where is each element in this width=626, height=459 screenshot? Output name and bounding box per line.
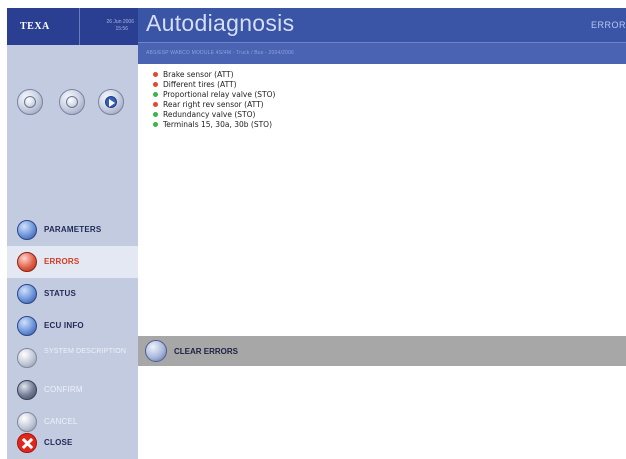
error-list: Brake sensor (ATT) Different tires (ATT)… bbox=[153, 70, 453, 130]
menu-item-parameters[interactable]: PARAMETERS bbox=[7, 214, 138, 246]
menu-item-system-description: SYSTEM DESCRIPTION bbox=[7, 342, 138, 374]
menu-item-confirm: CONFIRM bbox=[7, 374, 138, 406]
status-dot-icon bbox=[153, 82, 158, 87]
status-dot-icon bbox=[153, 122, 158, 127]
header-bar: Autodiagnosis ERROR bbox=[138, 8, 626, 42]
status-dot-icon bbox=[153, 92, 158, 97]
logo-text: TEXA bbox=[20, 21, 50, 32]
record-icon[interactable] bbox=[59, 89, 85, 115]
sidebar: TEXA 26 Jun 2006 15:56 PARAMETERS ERRORS… bbox=[7, 8, 138, 459]
check-icon bbox=[17, 380, 37, 400]
nav-icon-group bbox=[17, 89, 132, 117]
subheader-bar: ABS/ESP WABCO MODULE 4S/4M - Truck / Bus… bbox=[138, 42, 626, 64]
app-window: TEXA 26 Jun 2006 15:56 PARAMETERS ERRORS… bbox=[0, 0, 626, 459]
page-title: Autodiagnosis bbox=[146, 10, 295, 36]
error-text: Brake sensor (ATT) bbox=[163, 70, 234, 79]
menu-item-label: ECU INFO bbox=[44, 321, 84, 330]
menu-item-errors[interactable]: ERRORS bbox=[7, 246, 138, 278]
menu-item-label: PARAMETERS bbox=[44, 225, 102, 234]
clear-errors-icon bbox=[145, 340, 167, 362]
next-icon[interactable] bbox=[98, 89, 124, 115]
system-description-icon bbox=[17, 348, 37, 368]
list-item[interactable]: Redundancy valve (STO) bbox=[153, 110, 453, 120]
error-text: Terminals 15, 30a, 30b (STO) bbox=[163, 120, 272, 129]
date-text: 26 Jun 2006 bbox=[106, 19, 134, 25]
menu-item-ecu-info[interactable]: ECU INFO bbox=[7, 310, 138, 342]
clear-errors-label: CLEAR ERRORS bbox=[174, 347, 239, 356]
brand-box: TEXA 26 Jun 2006 15:56 bbox=[7, 8, 138, 45]
print-icon[interactable] bbox=[17, 89, 43, 115]
parameters-icon bbox=[17, 220, 37, 240]
menu-item-label: CANCEL bbox=[44, 417, 78, 426]
error-text: Different tires (ATT) bbox=[163, 80, 237, 89]
status-dot-icon bbox=[153, 72, 158, 77]
error-text: Proportional relay valve (STO) bbox=[163, 90, 276, 99]
error-text: Redundancy valve (STO) bbox=[163, 110, 256, 119]
list-item[interactable]: Brake sensor (ATT) bbox=[153, 70, 453, 80]
menu-item-label: CLOSE bbox=[44, 438, 73, 447]
menu-item-label: STATUS bbox=[44, 289, 77, 298]
time-text: 15:56 bbox=[115, 26, 128, 32]
texa-logo: TEXA bbox=[7, 8, 80, 45]
list-item[interactable]: Proportional relay valve (STO) bbox=[153, 90, 453, 100]
menu-item-label: SYSTEM DESCRIPTION bbox=[44, 348, 127, 355]
menu-item-status[interactable]: STATUS bbox=[7, 278, 138, 310]
status-dot-icon bbox=[153, 102, 158, 107]
error-text: Rear right rev sensor (ATT) bbox=[163, 100, 264, 109]
list-item[interactable]: Different tires (ATT) bbox=[153, 80, 453, 90]
menu-item-label: ERRORS bbox=[44, 257, 80, 266]
status-dot-icon bbox=[153, 112, 158, 117]
close-icon bbox=[17, 433, 37, 453]
errors-icon bbox=[17, 252, 37, 272]
vehicle-description: ABS/ESP WABCO MODULE 4S/4M - Truck / Bus… bbox=[146, 50, 294, 56]
status-icon bbox=[17, 284, 37, 304]
section-label: ERROR bbox=[590, 20, 626, 30]
list-item[interactable]: Rear right rev sensor (ATT) bbox=[153, 100, 453, 110]
menu-item-close[interactable]: CLOSE bbox=[7, 427, 138, 459]
ecu-info-icon bbox=[17, 316, 37, 336]
menu-item-label: CONFIRM bbox=[44, 385, 83, 394]
list-item[interactable]: Terminals 15, 30a, 30b (STO) bbox=[153, 120, 453, 130]
clear-errors-button[interactable]: CLEAR ERRORS bbox=[138, 336, 626, 366]
date-time: 26 Jun 2006 15:56 bbox=[81, 8, 138, 45]
